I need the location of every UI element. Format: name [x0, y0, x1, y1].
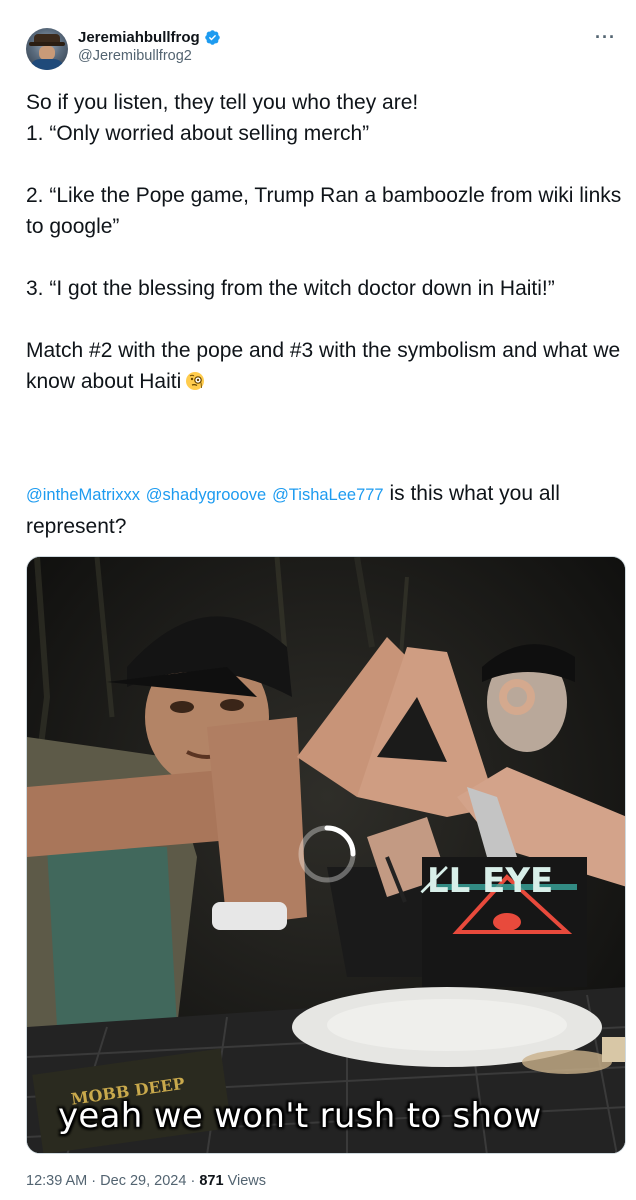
tweet-paragraph-1: So if you listen, they tell you who they… [26, 91, 419, 145]
mentions-line: @intheMatrixxx @shadygrooove @TishaLee77… [26, 478, 626, 543]
meta-separator: · [91, 1173, 97, 1189]
mention-link[interactable]: @shadygrooove [146, 486, 266, 504]
mention-link[interactable]: @intheMatrixxx [26, 486, 140, 504]
author-names: Jeremiahbullfrog @Jeremibullfrog2 [78, 29, 221, 64]
display-name-row: Jeremiahbullfrog [78, 29, 221, 46]
author-display-name[interactable]: Jeremiahbullfrog [78, 29, 200, 46]
shirt-graphic: L̸L EYE [420, 857, 587, 987]
mention-link[interactable]: @TishaLee777 [272, 486, 384, 504]
tweet-paragraph-2: 2. “Like the Pope game, Trump Ran a bamb… [26, 184, 622, 238]
shirt-print-text: L̸L EYE [420, 861, 554, 901]
tweet-paragraph-4-text: Match #2 with the pope and #3 with the s… [26, 339, 621, 393]
video-caption: yeah we won't rush to show [58, 1096, 542, 1136]
media-photo: L̸L EYE MOBB DEEP [27, 557, 625, 1153]
tweet-media[interactable]: L̸L EYE MOBB DEEP [26, 556, 626, 1154]
tweet-paragraph-3: 3. “I got the blessing from the witch do… [26, 277, 555, 300]
tweet-header: Jeremiahbullfrog @Jeremibullfrog2 ··· [26, 26, 622, 70]
author-avatar[interactable] [26, 28, 68, 70]
more-horizontal-icon[interactable]: ··· [595, 28, 616, 46]
tweet-paragraph-4: Match #2 with the pope and #3 with the s… [26, 335, 626, 397]
verified-badge-icon [204, 30, 220, 45]
tweet-date[interactable]: Dec 29, 2024 [100, 1173, 186, 1189]
tweet-meta: 12:39 AM · Dec 29, 2024 · 871 Views [26, 1173, 266, 1189]
author-handle[interactable]: @Jeremibullfrog2 [78, 48, 221, 64]
face-with-monocle-icon [186, 372, 205, 390]
views-count: 871 [199, 1173, 224, 1189]
tweet-time[interactable]: 12:39 AM [26, 1173, 87, 1189]
tweet-text: So if you listen, they tell you who they… [26, 87, 626, 397]
meta-separator: · [190, 1173, 196, 1189]
wristwatch [212, 902, 287, 930]
views-label: Views [227, 1173, 266, 1189]
